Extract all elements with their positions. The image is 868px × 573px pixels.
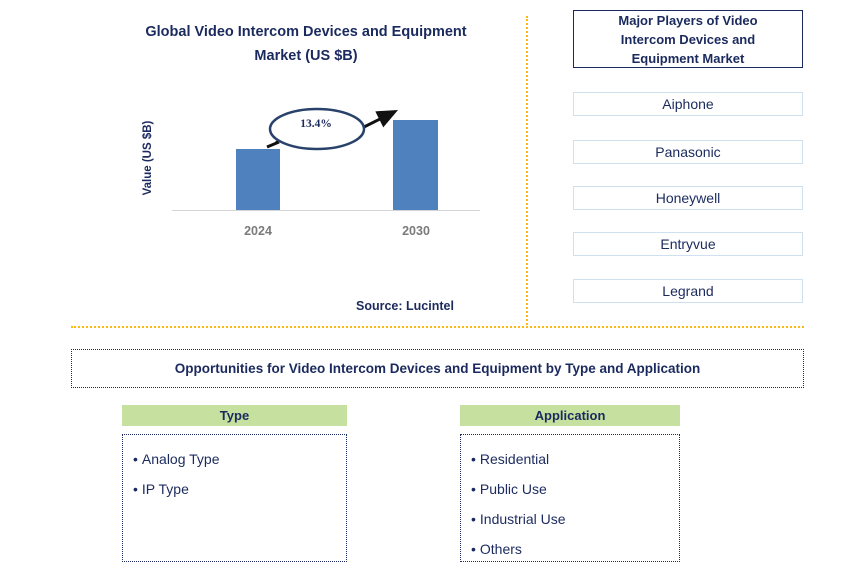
chart-title-line-1: Global Video Intercom Devices and Equipm… bbox=[145, 24, 467, 40]
cagr-arrow-left bbox=[275, 138, 281, 145]
players-header-line-3: Equipment Market bbox=[631, 50, 745, 66]
source-note: Source: Lucintel bbox=[356, 299, 454, 313]
market-bar-chart: Value (US $B) 2024 2030 13.4% bbox=[142, 100, 480, 245]
list-item: • Public Use bbox=[471, 474, 679, 504]
players-header-line-1: Major Players of Video bbox=[618, 12, 758, 28]
list-item: • Others bbox=[471, 534, 679, 564]
chart-title: Global Video Intercom Devices and Equipm… bbox=[106, 20, 506, 68]
vertical-gold-divider bbox=[526, 16, 528, 328]
bullet-icon: • bbox=[471, 451, 476, 467]
player-item: Entryvue bbox=[573, 232, 803, 256]
players-header-line-2: Intercom Devices and bbox=[620, 31, 756, 47]
cagr-ellipse bbox=[268, 107, 366, 151]
chart-baseline bbox=[172, 210, 480, 211]
list-item: • Analog Type bbox=[133, 444, 346, 474]
chart-title-line-2: Market (US $B) bbox=[254, 48, 358, 64]
list-item: • Residential bbox=[471, 444, 679, 474]
player-item: Honeywell bbox=[573, 186, 803, 210]
list-item-label: Industrial Use bbox=[479, 511, 566, 527]
application-column-header: Application bbox=[460, 405, 680, 426]
x-tick-2030: 2030 bbox=[402, 224, 430, 238]
bullet-icon: • bbox=[471, 511, 476, 527]
player-item: Aiphone bbox=[573, 92, 803, 116]
type-column-box: • Analog Type • IP Type bbox=[122, 434, 347, 562]
opportunities-banner: Opportunities for Video Intercom Devices… bbox=[71, 349, 804, 388]
player-item: Panasonic bbox=[573, 140, 803, 164]
list-item: • IP Type bbox=[133, 474, 346, 504]
bullet-icon: • bbox=[133, 481, 138, 497]
x-tick-2024: 2024 bbox=[244, 224, 272, 238]
chart-plot-area: 2024 2030 13.4% bbox=[172, 100, 480, 245]
list-item-label: Others bbox=[479, 541, 522, 557]
bar-2024 bbox=[236, 149, 280, 210]
application-column-box: • Residential • Public Use • Industrial Use… bbox=[460, 434, 680, 562]
cagr-arrow-to-bar-2030 bbox=[361, 109, 399, 130]
list-item-label: IP Type bbox=[141, 481, 189, 497]
player-item: Legrand bbox=[573, 279, 803, 303]
cagr-arrow-from-bar-2024 bbox=[266, 140, 280, 149]
bullet-icon: • bbox=[471, 541, 476, 557]
bullet-icon: • bbox=[133, 451, 138, 467]
list-item-label: Public Use bbox=[479, 481, 547, 497]
type-column-header: Type bbox=[122, 405, 347, 426]
horizontal-gold-divider bbox=[71, 326, 804, 328]
bar-2030 bbox=[393, 120, 438, 210]
cagr-value: 13.4% bbox=[300, 118, 332, 130]
list-item: • Industrial Use bbox=[471, 504, 679, 534]
list-item-label: Analog Type bbox=[141, 451, 220, 467]
list-item-label: Residential bbox=[479, 451, 550, 467]
major-players-header: Major Players of Video Intercom Devices … bbox=[573, 10, 803, 68]
y-axis-label: Value (US $B) bbox=[142, 120, 154, 196]
bullet-icon: • bbox=[471, 481, 476, 497]
